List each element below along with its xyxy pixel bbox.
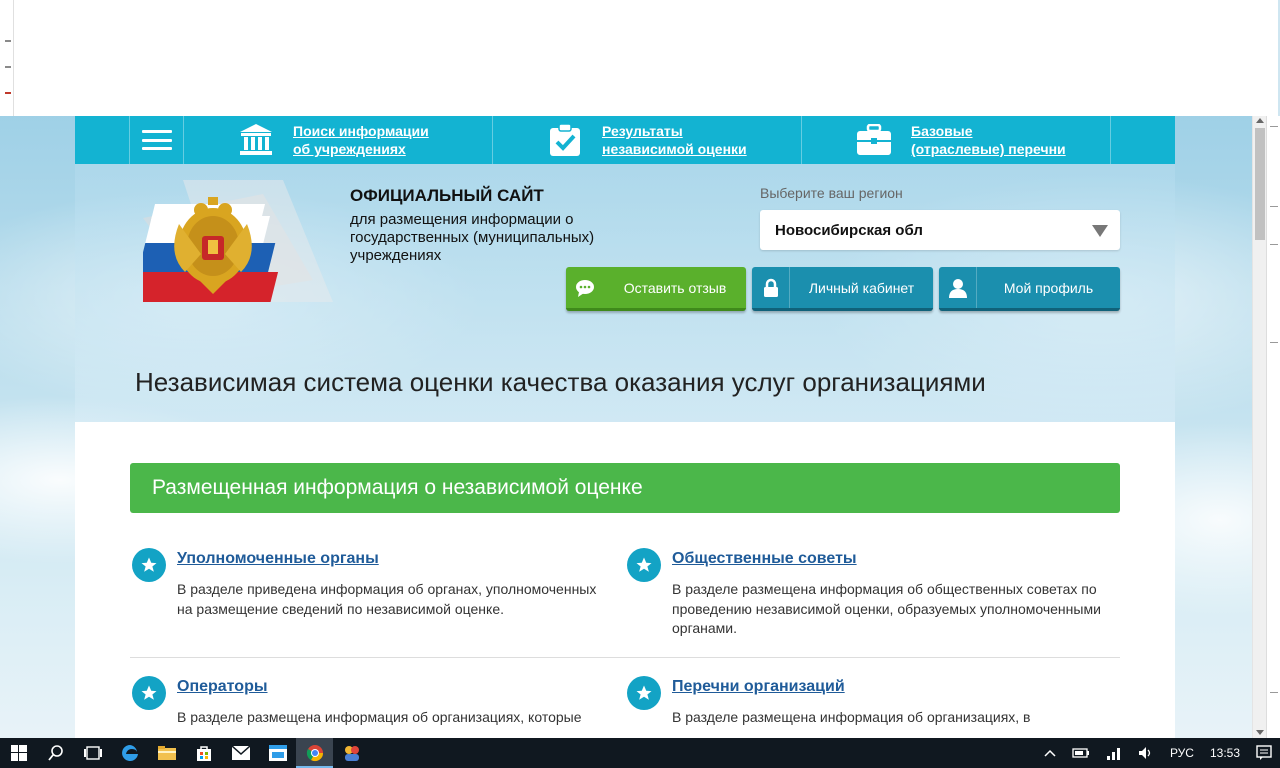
search-icon[interactable] bbox=[37, 738, 74, 768]
chrome-icon[interactable] bbox=[296, 738, 333, 768]
chevron-up-icon[interactable] bbox=[1036, 738, 1064, 768]
battery-icon[interactable] bbox=[1064, 738, 1098, 768]
personal-cabinet-button[interactable]: Личный кабинет bbox=[752, 267, 933, 311]
card-title-link[interactable]: Перечни организаций bbox=[672, 678, 845, 696]
system-tray: РУС 13:53 bbox=[1036, 738, 1280, 768]
scroll-down-icon[interactable] bbox=[1256, 730, 1264, 735]
card-title-link[interactable]: Операторы bbox=[177, 678, 268, 696]
site-subtitle: для размещения информации о государствен… bbox=[350, 211, 595, 264]
lock-icon bbox=[752, 267, 790, 308]
region-select[interactable]: Новосибирская обл bbox=[760, 210, 1120, 250]
site-title: ОФИЦИАЛЬНЫЙ САЙТ bbox=[350, 186, 544, 205]
my-profile-button[interactable]: Мой профиль bbox=[939, 267, 1120, 311]
task-view-icon[interactable] bbox=[74, 738, 111, 768]
scroll-up-icon[interactable] bbox=[1256, 118, 1264, 123]
network-icon[interactable] bbox=[1098, 738, 1130, 768]
card-title-link[interactable]: Уполномоченные органы bbox=[177, 550, 379, 568]
building-icon bbox=[238, 122, 274, 158]
card-authorized-bodies: Уполномоченные органы В разделе приведен… bbox=[132, 548, 602, 648]
nav-item-label: Базовые (отраслевые) перечни bbox=[911, 123, 1066, 157]
region-value: Новосибирская обл bbox=[775, 221, 923, 239]
card-title-link[interactable]: Общественные советы bbox=[672, 550, 857, 568]
clock[interactable]: 13:53 bbox=[1202, 738, 1248, 768]
nav-item-label: Результаты независимой оценки bbox=[602, 123, 747, 157]
russia-flag-emblem-logo[interactable] bbox=[130, 180, 333, 305]
feedback-button-label: Оставить отзыв bbox=[623, 279, 727, 296]
top-nav: Поиск информации об учреждениях Результат… bbox=[75, 116, 1175, 164]
star-icon bbox=[627, 548, 661, 582]
volume-icon[interactable] bbox=[1130, 738, 1162, 768]
right-window-edge bbox=[1266, 116, 1280, 738]
chat-bubble-icon bbox=[566, 267, 604, 308]
user-icon bbox=[939, 267, 977, 308]
nav-item-base-lists[interactable]: Базовые (отраслевые) перечни bbox=[802, 116, 1111, 164]
section-divider bbox=[130, 657, 1120, 658]
file-explorer-icon[interactable] bbox=[148, 738, 185, 768]
hamburger-icon bbox=[141, 130, 172, 150]
calendar-app-icon[interactable] bbox=[259, 738, 296, 768]
card-description: В разделе приведена информация об органа… bbox=[177, 581, 597, 617]
windows-taskbar: РУС 13:53 bbox=[0, 738, 1280, 768]
star-icon bbox=[132, 548, 166, 582]
vertical-scrollbar[interactable] bbox=[1252, 116, 1266, 738]
mail-icon[interactable] bbox=[222, 738, 259, 768]
star-icon bbox=[132, 676, 166, 710]
card-organization-lists: Перечни организаций В разделе размещена … bbox=[627, 676, 1097, 736]
card-description: В разделе размещена информация об органи… bbox=[177, 709, 582, 725]
feedback-button[interactable]: Оставить отзыв bbox=[566, 267, 746, 311]
card-description: В разделе размещена информация об органи… bbox=[672, 709, 1031, 725]
input-language[interactable]: РУС bbox=[1162, 738, 1202, 768]
menu-button[interactable] bbox=[129, 116, 184, 164]
card-public-councils: Общественные советы В разделе размещена … bbox=[627, 548, 1101, 648]
nav-item-label: Поиск информации об учреждениях bbox=[293, 123, 429, 157]
scrollbar-thumb[interactable] bbox=[1255, 128, 1265, 240]
browser-left-edge bbox=[0, 0, 14, 116]
hero-title: Независимая система оценки качества оказ… bbox=[135, 367, 986, 397]
browser-overlay bbox=[14, 0, 1278, 116]
app-people-icon[interactable] bbox=[333, 738, 370, 768]
region-label: Выберите ваш регион bbox=[760, 185, 903, 201]
nav-item-search-institutions[interactable]: Поиск информации об учреждениях bbox=[184, 116, 493, 164]
card-operators: Операторы В разделе размещена информация… bbox=[132, 676, 602, 736]
my-profile-label: Мой профиль bbox=[1003, 279, 1094, 296]
windows-start-icon[interactable] bbox=[0, 738, 37, 768]
card-description: В разделе размещена информация об общест… bbox=[672, 581, 1101, 636]
store-icon[interactable] bbox=[185, 738, 222, 768]
dropdown-arrow-icon bbox=[1092, 225, 1108, 237]
notifications-icon[interactable] bbox=[1248, 738, 1280, 768]
nav-item-results[interactable]: Результаты независимой оценки bbox=[493, 116, 802, 164]
site-header: ОФИЦИАЛЬНЫЙ САЙТ для размещения информац… bbox=[75, 164, 1175, 422]
edge-browser-icon[interactable] bbox=[111, 738, 148, 768]
star-icon bbox=[627, 676, 661, 710]
main-content: Размещенная информация о независимой оце… bbox=[75, 422, 1175, 738]
clipboard-check-icon bbox=[547, 122, 583, 158]
personal-cabinet-label: Личный кабинет bbox=[808, 279, 915, 296]
section-banner: Размещенная информация о независимой оце… bbox=[130, 463, 1120, 513]
briefcase-icon bbox=[856, 122, 892, 158]
